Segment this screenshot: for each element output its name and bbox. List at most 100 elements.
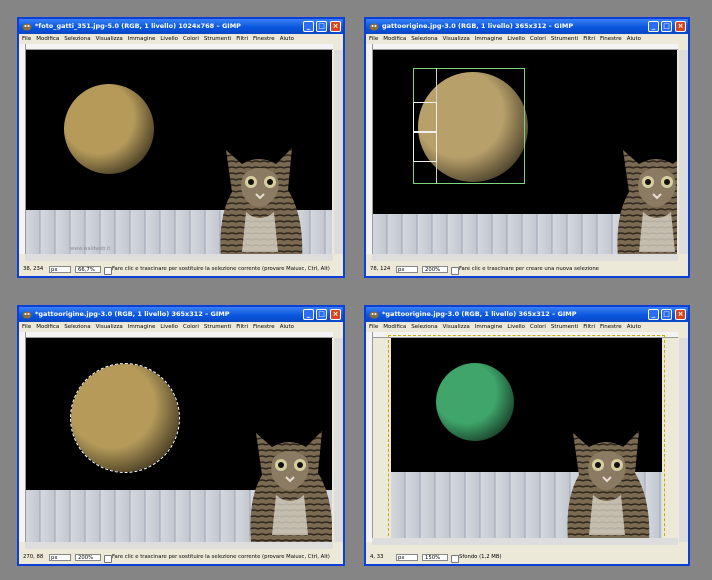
- menu-seleziona[interactable]: Seleziona: [411, 324, 437, 330]
- image-canvas[interactable]: [373, 50, 677, 254]
- title-bar[interactable]: gattoorigine.jpg-3.0 (RGB, 1 livello) 36…: [366, 19, 688, 34]
- menu-visualizza[interactable]: Visualizza: [96, 36, 123, 42]
- title-bar[interactable]: *gattoorigine.jpg-3.0 (RGB, 1 livello) 3…: [366, 307, 688, 322]
- cancel-button[interactable]: [104, 267, 112, 275]
- menu-aiuto[interactable]: Aiuto: [280, 324, 294, 330]
- maximize-button[interactable]: □: [661, 21, 672, 32]
- maximize-button[interactable]: □: [316, 21, 327, 32]
- menu-modifica[interactable]: Modifica: [36, 36, 59, 42]
- minimize-button[interactable]: _: [648, 309, 659, 320]
- menu-seleziona[interactable]: Seleziona: [64, 324, 90, 330]
- menu-filtri[interactable]: Filtri: [236, 324, 248, 330]
- vertical-ruler[interactable]: [19, 332, 26, 542]
- cat-photo: [617, 150, 677, 254]
- vertical-scrollbar[interactable]: [334, 338, 343, 542]
- menu-colori[interactable]: Colori: [530, 36, 546, 42]
- menu-livello[interactable]: Livello: [160, 324, 178, 330]
- image-canvas[interactable]: [26, 338, 332, 542]
- menu-aiuto[interactable]: Aiuto: [627, 36, 641, 42]
- menu-finestre[interactable]: Finestre: [600, 36, 622, 42]
- zoom-select[interactable]: 66,7%: [75, 266, 101, 273]
- close-button[interactable]: ×: [330, 309, 341, 320]
- close-button[interactable]: ×: [675, 309, 686, 320]
- menu-immagine[interactable]: Immagine: [475, 324, 503, 330]
- gimp-window-2[interactable]: gattoorigine.jpg-3.0 (RGB, 1 livello) 36…: [364, 17, 690, 278]
- ellipse-select-handle[interactable]: [413, 102, 437, 132]
- menu-strumenti[interactable]: Strumenti: [551, 36, 578, 42]
- zoom-select[interactable]: 200%: [75, 554, 101, 561]
- menu-livello[interactable]: Livello: [160, 36, 178, 42]
- title-bar[interactable]: *gattoorigine.jpg-3.0 (RGB, 1 livello) 3…: [19, 307, 343, 322]
- menu-modifica[interactable]: Modifica: [383, 324, 406, 330]
- gimp-icon: [22, 311, 32, 319]
- vertical-ruler[interactable]: [366, 44, 373, 254]
- menu-file[interactable]: File: [369, 324, 378, 330]
- title-bar[interactable]: *foto_gatti_351.jpg-5.0 (RGB, 1 livello)…: [19, 19, 343, 34]
- cancel-button[interactable]: [451, 267, 459, 275]
- horizontal-scrollbar[interactable]: [372, 254, 678, 261]
- cancel-button[interactable]: [104, 555, 112, 563]
- cancel-button[interactable]: [451, 555, 459, 563]
- selection-marching-ants: [70, 363, 180, 473]
- vertical-scrollbar[interactable]: [334, 50, 343, 254]
- menu-filtri[interactable]: Filtri: [236, 36, 248, 42]
- vertical-ruler[interactable]: [19, 44, 26, 254]
- horizontal-scrollbar[interactable]: [25, 542, 333, 549]
- zoom-select[interactable]: 150%: [422, 554, 448, 561]
- menu-aiuto[interactable]: Aiuto: [280, 36, 294, 42]
- image-canvas[interactable]: [391, 338, 662, 538]
- menu-strumenti[interactable]: Strumenti: [204, 36, 231, 42]
- horizontal-scrollbar[interactable]: [372, 538, 678, 545]
- menu-visualizza[interactable]: Visualizza: [443, 324, 470, 330]
- menu-file[interactable]: File: [22, 36, 31, 42]
- vertical-ruler[interactable]: [366, 332, 373, 542]
- menu-finestre[interactable]: Finestre: [600, 324, 622, 330]
- menu-immagine[interactable]: Immagine: [128, 36, 156, 42]
- menu-finestre[interactable]: Finestre: [253, 324, 275, 330]
- menu-modifica[interactable]: Modifica: [36, 324, 59, 330]
- menu-aiuto[interactable]: Aiuto: [627, 324, 641, 330]
- menu-colori[interactable]: Colori: [183, 36, 199, 42]
- minimize-button[interactable]: _: [303, 21, 314, 32]
- menu-visualizza[interactable]: Visualizza: [443, 36, 470, 42]
- gimp-window-1[interactable]: *foto_gatti_351.jpg-5.0 (RGB, 1 livello)…: [17, 17, 345, 278]
- menu-finestre[interactable]: Finestre: [253, 36, 275, 42]
- menu-file[interactable]: File: [22, 324, 31, 330]
- minimize-button[interactable]: _: [303, 309, 314, 320]
- menu-immagine[interactable]: Immagine: [128, 324, 156, 330]
- menu-strumenti[interactable]: Strumenti: [204, 324, 231, 330]
- menu-livello[interactable]: Livello: [507, 324, 525, 330]
- menu-file[interactable]: File: [369, 36, 378, 42]
- image-canvas[interactable]: www.waldweb.it: [26, 50, 332, 254]
- vertical-scrollbar[interactable]: [679, 338, 688, 542]
- minimize-button[interactable]: _: [648, 21, 659, 32]
- menu-colori[interactable]: Colori: [530, 324, 546, 330]
- close-button[interactable]: ×: [675, 21, 686, 32]
- maximize-button[interactable]: □: [316, 309, 327, 320]
- unit-select[interactable]: px: [49, 554, 71, 561]
- menu-filtri[interactable]: Filtri: [583, 36, 595, 42]
- unit-select[interactable]: px: [396, 266, 418, 273]
- gimp-window-4[interactable]: *gattoorigine.jpg-3.0 (RGB, 1 livello) 3…: [364, 305, 690, 566]
- menu-bar: File Modifica Seleziona Visualizza Immagine L…: [366, 34, 688, 44]
- menu-seleziona[interactable]: Seleziona: [64, 36, 90, 42]
- menu-livello[interactable]: Livello: [507, 36, 525, 42]
- unit-select[interactable]: px: [396, 554, 418, 561]
- menu-modifica[interactable]: Modifica: [383, 36, 406, 42]
- gimp-icon: [22, 23, 32, 31]
- menu-strumenti[interactable]: Strumenti: [551, 324, 578, 330]
- menu-colori[interactable]: Colori: [183, 324, 199, 330]
- close-button[interactable]: ×: [330, 21, 341, 32]
- menu-immagine[interactable]: Immagine: [475, 36, 503, 42]
- menu-seleziona[interactable]: Seleziona: [411, 36, 437, 42]
- gimp-window-3[interactable]: *gattoorigine.jpg-3.0 (RGB, 1 livello) 3…: [17, 305, 345, 566]
- zoom-select[interactable]: 200%: [422, 266, 448, 273]
- horizontal-scrollbar[interactable]: [25, 254, 333, 261]
- maximize-button[interactable]: □: [661, 309, 672, 320]
- ellipse-select-handle[interactable]: [413, 132, 437, 162]
- menu-visualizza[interactable]: Visualizza: [96, 324, 123, 330]
- vertical-scrollbar[interactable]: [679, 50, 688, 254]
- menu-filtri[interactable]: Filtri: [583, 324, 595, 330]
- status-bar: 4, 33 px 150% Sfondo (1,2 MB): [366, 551, 688, 564]
- unit-select[interactable]: px: [49, 266, 71, 273]
